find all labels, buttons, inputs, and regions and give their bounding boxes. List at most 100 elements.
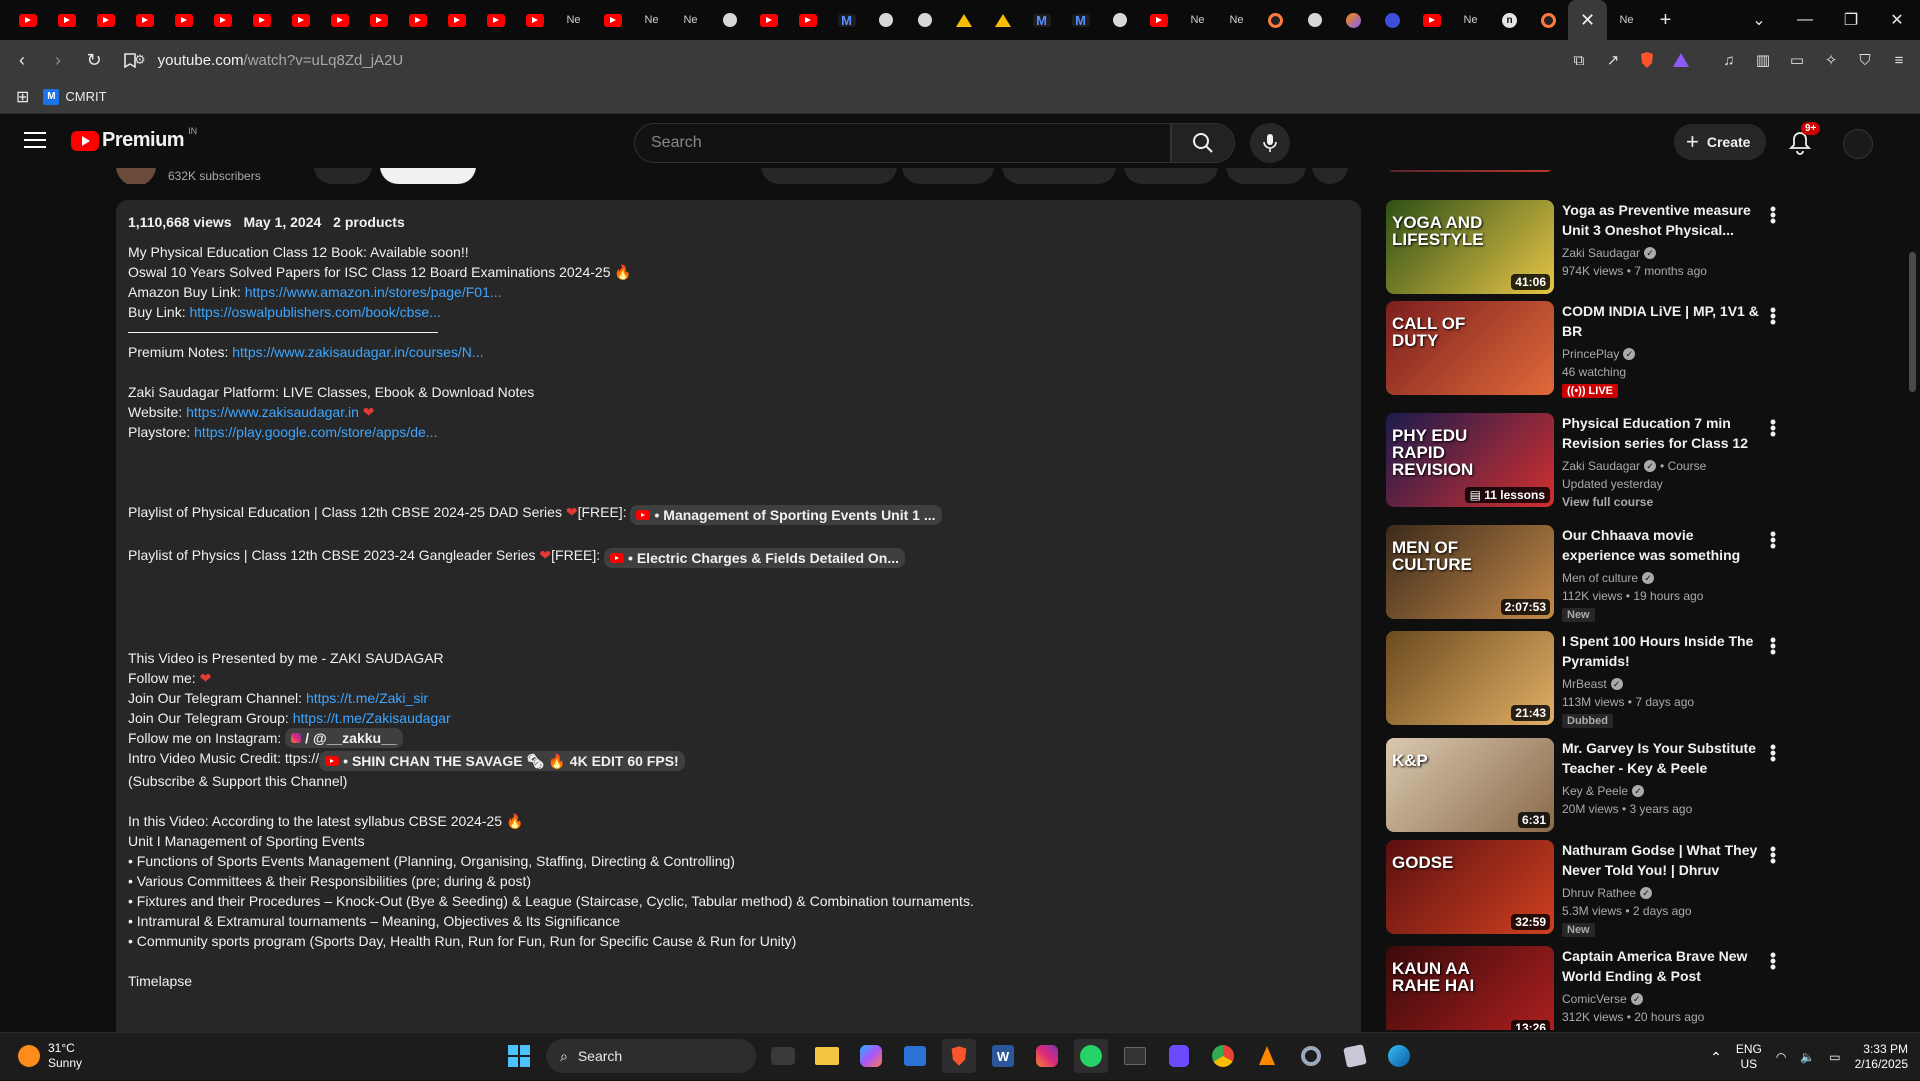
open-external-icon[interactable]: ⧉ [1568, 49, 1590, 71]
video-thumbnail[interactable]: MEN OF CULTURE 2:07:53 [1386, 525, 1554, 619]
browser-tab[interactable] [86, 0, 125, 40]
search-input[interactable]: Search [634, 123, 1171, 163]
brave-shield-icon[interactable] [1636, 49, 1658, 71]
video-title[interactable]: Captain America Brave New World Ending &… [1562, 946, 1762, 986]
more-options-icon[interactable]: • • • [1768, 525, 1778, 555]
edge-icon[interactable] [1382, 1039, 1416, 1073]
share-button[interactable] [902, 168, 994, 184]
browser-tab[interactable] [398, 0, 437, 40]
clip-button[interactable] [1124, 168, 1218, 184]
wifi-icon[interactable]: ◠ [1776, 1050, 1786, 1064]
more-options-icon[interactable]: • • • [1768, 631, 1778, 661]
oswal-link[interactable]: https://oswalpublishers.com/book/cbse... [189, 304, 440, 320]
browser-tab[interactable] [1295, 0, 1334, 40]
chevron-up-icon[interactable]: ⌃ [1710, 1049, 1722, 1066]
browser-tab[interactable] [905, 0, 944, 40]
recommended-video[interactable]: YOGA AND LIFESTYLE 41:06 Yoga as Preventiv… [1386, 200, 1786, 296]
video-title[interactable]: Physical Education 7 min Revision series… [1562, 413, 1762, 453]
browser-tab[interactable] [710, 0, 749, 40]
browser-tab[interactable]: Ne [671, 0, 710, 40]
more-options-icon[interactable]: • • • [1768, 413, 1778, 443]
voice-search-button[interactable] [1250, 123, 1290, 163]
language-indicator[interactable]: ENG US [1736, 1042, 1762, 1072]
snipping-tool-icon[interactable] [1338, 1039, 1372, 1073]
browser-tab[interactable]: Ne [554, 0, 593, 40]
video-thumbnail[interactable]: K&P 6:31 [1386, 738, 1554, 832]
browser-tab[interactable] [203, 0, 242, 40]
chrome-icon[interactable] [1206, 1039, 1240, 1073]
start-button[interactable] [502, 1039, 536, 1073]
browser-tab[interactable] [242, 0, 281, 40]
playstore-link[interactable]: https://play.google.com/store/apps/de... [194, 424, 437, 440]
word-icon[interactable]: W [986, 1039, 1020, 1073]
back-icon[interactable]: ‹ [8, 46, 36, 74]
terminal-icon[interactable] [1118, 1039, 1152, 1073]
instagram-app-icon[interactable] [1030, 1039, 1064, 1073]
browser-tab[interactable] [125, 0, 164, 40]
music-credit-chip[interactable]: • SHIN CHAN THE SAVAGE 🗞 🔥 4K EDIT 60 FP… [319, 751, 685, 771]
video-title[interactable]: I Spent 100 Hours Inside The Pyramids! [1562, 631, 1762, 671]
browser-tab[interactable]: M [1022, 0, 1061, 40]
menu-icon[interactable]: ≡ [1888, 49, 1910, 71]
browser-tab[interactable] [476, 0, 515, 40]
browser-tab[interactable]: M [827, 0, 866, 40]
browser-tab[interactable] [1529, 0, 1568, 40]
video-thumbnail[interactable]: GODSE 32:59 [1386, 840, 1554, 934]
reload-icon[interactable]: ↻ [80, 46, 108, 74]
browser-tab[interactable] [983, 0, 1022, 40]
tab-search-icon[interactable]: ⌄ [1736, 0, 1782, 40]
apps-grid-icon[interactable]: ⊞ [16, 87, 29, 107]
browser-tab[interactable] [944, 0, 983, 40]
channel-name[interactable]: Key & Peele ✓ [1562, 782, 1762, 800]
more-options-icon[interactable]: • • • [1768, 301, 1778, 331]
channel-name[interactable]: Dhruv Rathee ✓ [1562, 884, 1762, 902]
amazon-link[interactable]: https://www.amazon.in/stores/page/F01... [245, 284, 502, 300]
browser-tab[interactable] [788, 0, 827, 40]
video-description[interactable]: 1,110,668 views May 1, 2024 2 products M… [116, 200, 1361, 1080]
playlist-chip-physical-education[interactable]: • Management of Sporting Events Unit 1 .… [630, 505, 942, 525]
browser-tab[interactable]: Ne [1217, 0, 1256, 40]
browser-tab[interactable]: ✕ [1568, 0, 1607, 40]
more-options-icon[interactable]: • • • [1768, 840, 1778, 870]
rewards-icon[interactable] [1670, 49, 1692, 71]
store-icon[interactable] [898, 1039, 932, 1073]
subscribe-button[interactable] [380, 168, 476, 184]
browser-tab[interactable] [1334, 0, 1373, 40]
view-full-course-link[interactable]: View full course [1562, 493, 1762, 511]
whatsapp-icon[interactable] [1074, 1039, 1108, 1073]
recommended-video[interactable]: PHY EDU RAPID REVISION ▤ 11 lessons Physic… [1386, 413, 1786, 509]
brave-browser-icon[interactable] [942, 1039, 976, 1073]
browser-tab[interactable]: Ne [1451, 0, 1490, 40]
browser-tab[interactable] [1139, 0, 1178, 40]
website-link[interactable]: https://www.zakisaudagar.in [186, 404, 359, 420]
browser-tab[interactable] [866, 0, 905, 40]
recommended-video[interactable]: MEN OF CULTURE 2:07:53 Our Chhaava movie e… [1386, 525, 1786, 622]
video-thumbnail[interactable]: YOGA AND LIFESTYLE 41:06 [1386, 200, 1554, 294]
playlist-chip-physics[interactable]: • Electric Charges & Fields Detailed On.… [604, 548, 906, 568]
notifications-button[interactable]: 9+ [1785, 122, 1821, 158]
browser-tab[interactable] [8, 0, 47, 40]
browser-tab[interactable]: M [1061, 0, 1100, 40]
scrollbar-thumb[interactable] [1909, 252, 1916, 392]
browser-tab[interactable]: Ne [632, 0, 671, 40]
recommended-video[interactable]: K&P 6:31 Mr. Garvey Is Your Substitute Tea… [1386, 738, 1786, 834]
taskbar-search[interactable]: ⌕ Search [546, 1039, 756, 1073]
vpn-icon[interactable]: ⛉ [1854, 49, 1876, 71]
browser-tab[interactable] [320, 0, 359, 40]
channel-avatar[interactable] [116, 168, 156, 184]
browser-tab[interactable] [359, 0, 398, 40]
create-button[interactable]: + Create [1674, 124, 1767, 160]
channel-name[interactable]: PrincePlay ✓ [1562, 345, 1762, 363]
recommended-video[interactable]: GODSE 32:59 Nathuram Godse | What They Nev… [1386, 840, 1786, 937]
more-options-icon[interactable]: • • • [1768, 200, 1778, 230]
browser-tab[interactable] [437, 0, 476, 40]
guide-menu-icon[interactable] [24, 132, 46, 153]
task-view-icon[interactable] [771, 1047, 795, 1065]
recommended-video[interactable]: 44:00New [1386, 170, 1786, 174]
video-title[interactable]: Mr. Garvey Is Your Substitute Teacher - … [1562, 738, 1762, 778]
bookmark-cmrit[interactable]: M CMRIT [43, 88, 107, 105]
recommended-video[interactable]: 21:43 I Spent 100 Hours Inside The Pyrami… [1386, 631, 1786, 728]
more-options-icon[interactable]: • • • [1768, 738, 1778, 768]
more-actions-button[interactable] [1312, 168, 1348, 184]
more-options-icon[interactable]: • • • [1768, 946, 1778, 976]
